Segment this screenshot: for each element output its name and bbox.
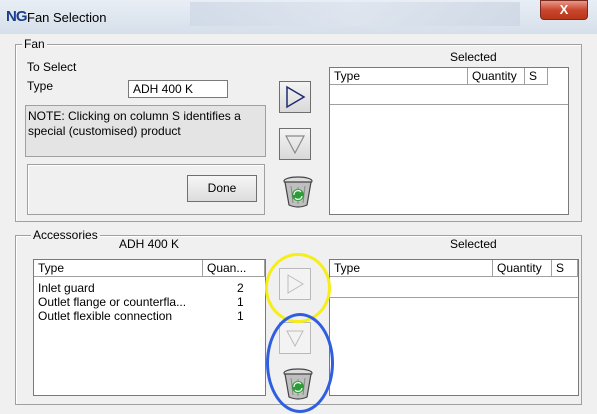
list-item-type[interactable]: Inlet guard — [38, 282, 95, 295]
accessories-list[interactable]: Type Quan... Inlet guard 2 Outlet flange… — [33, 259, 266, 396]
note-text: NOTE: Clicking on column S identifies a … — [25, 105, 266, 157]
column-header-quantity[interactable]: Quantity — [468, 68, 525, 85]
accessories-add-button[interactable] — [279, 268, 311, 300]
play-right-icon — [286, 85, 306, 109]
fan-delete-button[interactable] — [282, 173, 316, 209]
list-row-divider — [330, 104, 568, 105]
fan-add-button[interactable] — [279, 81, 311, 113]
title-bar: NG Fan Selection X — [0, 0, 597, 34]
fan-selection-window: NG Fan Selection X Fan To Select Type AD… — [0, 0, 597, 414]
list-item-type[interactable]: Outlet flange or counterfla... — [38, 296, 186, 309]
accessories-remove-button[interactable] — [279, 322, 311, 354]
accessories-model-label: ADH 400 K — [119, 237, 180, 251]
dialog-body: Fan To Select Type ADH 400 K NOTE: Click… — [9, 34, 588, 413]
list-item-quantity[interactable]: 2 — [237, 282, 244, 295]
play-down-icon — [285, 135, 305, 155]
accessories-selected-list[interactable]: Type Quantity S — [329, 259, 579, 396]
accessories-delete-button[interactable] — [282, 365, 316, 401]
window-title: Fan Selection — [27, 10, 107, 25]
fan-remove-button[interactable] — [279, 128, 311, 160]
play-down-icon — [286, 330, 304, 348]
blurred-background-window — [190, 2, 520, 26]
column-header-s[interactable]: S — [552, 260, 578, 277]
fan-selected-label: Selected — [450, 50, 497, 64]
column-header-type[interactable]: Type — [34, 260, 203, 277]
close-button[interactable]: X — [540, 0, 588, 20]
column-header-s[interactable]: S — [525, 68, 548, 85]
list-row-divider — [330, 297, 578, 298]
column-header-quantity[interactable]: Quantity — [493, 260, 552, 277]
recycle-bin-icon — [283, 176, 313, 208]
accessories-selected-label: Selected — [450, 237, 497, 251]
close-icon: X — [559, 2, 569, 17]
accessories-group-legend: Accessories — [31, 228, 100, 242]
recycle-bin-icon — [283, 368, 313, 400]
fan-type-field[interactable]: ADH 400 K — [128, 80, 228, 98]
fan-group-legend: Fan — [22, 37, 47, 51]
column-header-quantity[interactable]: Quan... — [203, 260, 265, 277]
app-logo: NG — [6, 8, 27, 25]
play-right-icon — [287, 274, 304, 294]
fan-selected-list[interactable]: Type Quantity S — [329, 67, 569, 215]
list-item-quantity[interactable]: 1 — [237, 310, 244, 323]
type-label: Type — [27, 79, 54, 93]
to-select-label: To Select — [27, 60, 77, 74]
list-item-type[interactable]: Outlet flexible connection — [38, 310, 172, 323]
done-button[interactable]: Done — [187, 175, 257, 202]
list-item-quantity[interactable]: 1 — [237, 296, 244, 309]
column-header-type[interactable]: Type — [330, 260, 493, 277]
column-header-type[interactable]: Type — [330, 68, 468, 85]
